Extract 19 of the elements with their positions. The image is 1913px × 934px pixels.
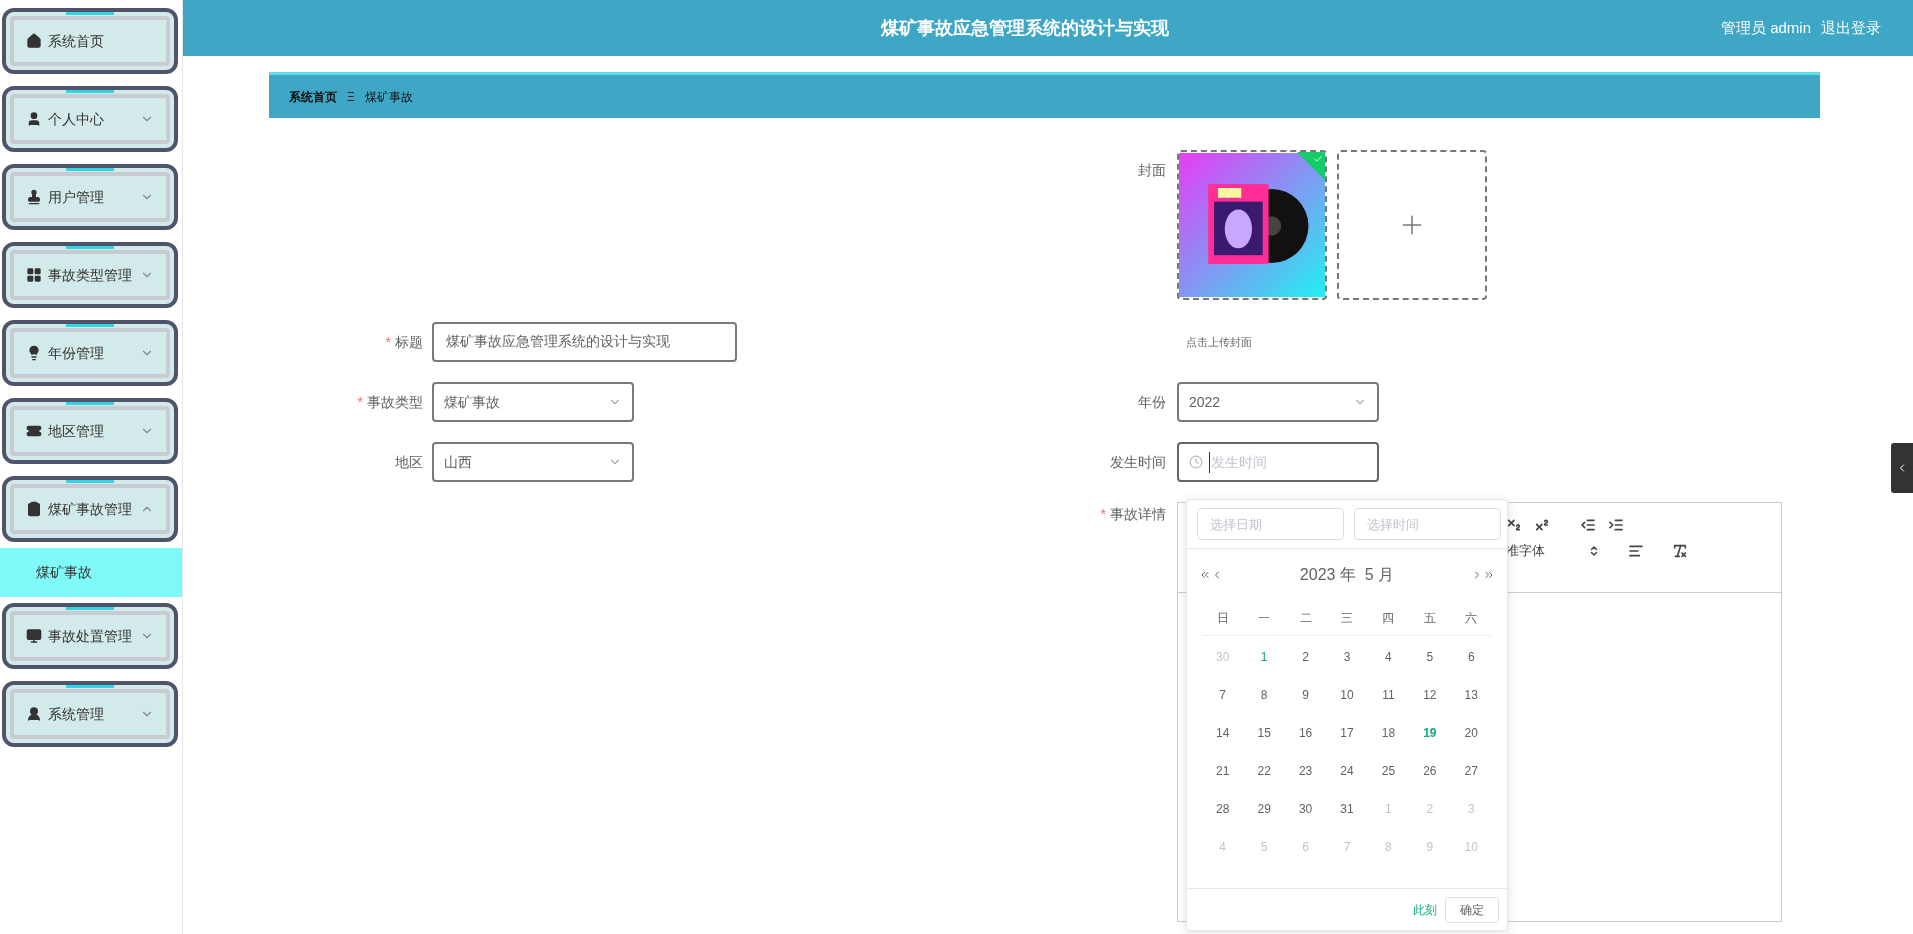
field-label: * 标题 <box>385 332 423 352</box>
field-label: 封面 <box>1138 161 1166 180</box>
field-label: * 事故详情 <box>1100 505 1166 524</box>
weekday-label: 五 <box>1422 610 1437 627</box>
weekday-label: 一 <box>1257 610 1272 627</box>
breadcrumb-separator: Ξ <box>347 88 355 106</box>
weekday-label: 四 <box>1381 610 1396 627</box>
user-label: 管理员 admin <box>1720 17 1811 38</box>
weekday-label: 二 <box>1298 610 1313 627</box>
field-label: 发生时间 <box>1110 452 1166 472</box>
field-label: * 事故类型 <box>357 392 423 412</box>
weekday-label: 六 <box>1464 610 1479 627</box>
weekday-label: 三 <box>1340 610 1354 627</box>
weekday-label: 日 <box>1215 610 1230 627</box>
month-label: 2023 年 5 月 <box>1298 565 1396 585</box>
field-label: 年份 <box>1138 392 1166 412</box>
upload-hint: 点击上传封面 <box>1186 334 1252 350</box>
app-title: 煤矿事故应急管理系统的设计与实现 <box>881 16 1169 40</box>
field-label: 地区 <box>395 452 423 472</box>
